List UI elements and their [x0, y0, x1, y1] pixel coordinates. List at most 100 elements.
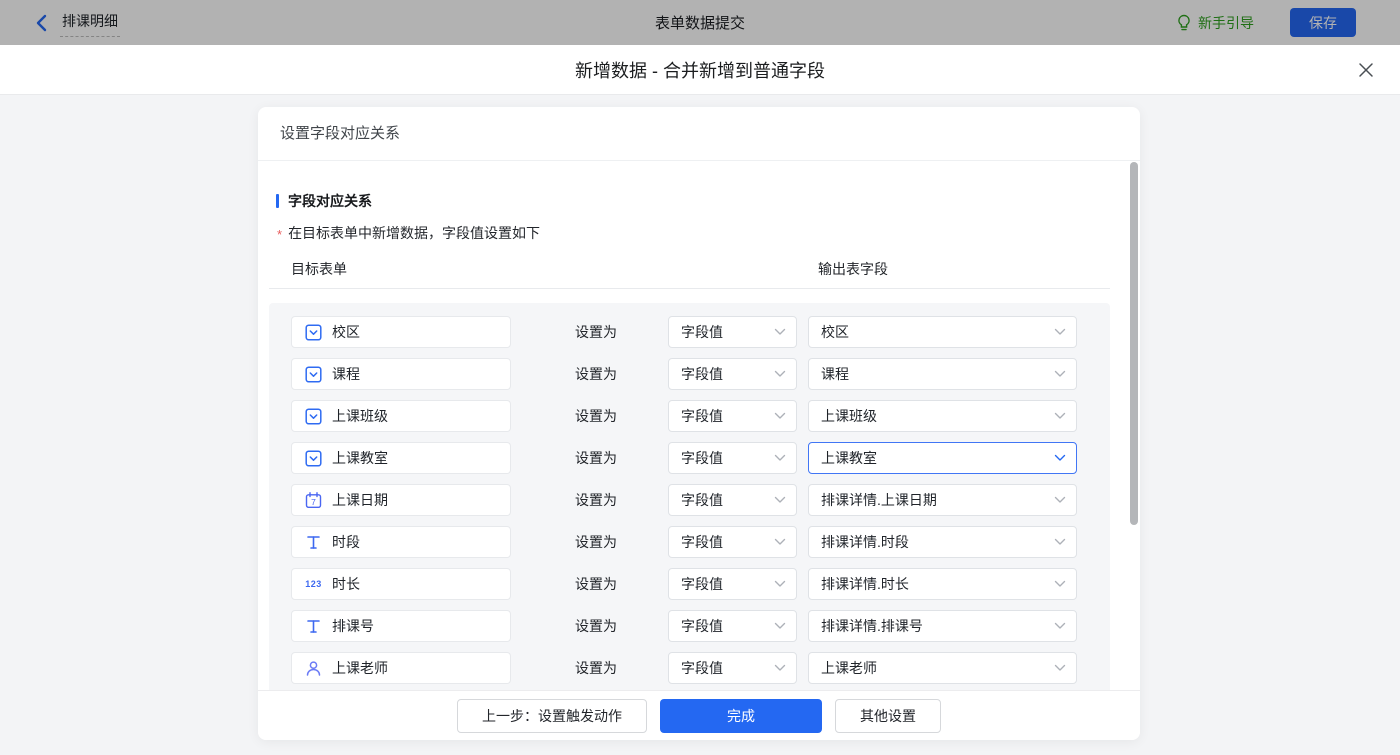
- output-field-select[interactable]: 排课详情.排课号: [808, 610, 1077, 642]
- target-field-box: 校区: [291, 316, 511, 348]
- card-footer: 上一步：设置触发动作 完成 其他设置: [258, 690, 1140, 740]
- value-type-select[interactable]: 字段值: [668, 358, 797, 390]
- mapping-rows-panel: 校区 设置为 字段值 校区 课程 设置为 字段值 课程: [269, 303, 1110, 690]
- chevron-down-icon: [1054, 622, 1066, 630]
- save-button[interactable]: 保存: [1290, 8, 1356, 37]
- column-header-target-form: 目标表单: [291, 259, 347, 279]
- other-settings-button[interactable]: 其他设置: [835, 699, 941, 733]
- chevron-down-icon: [1054, 496, 1066, 504]
- section-accent-bar: [276, 194, 279, 208]
- value-type-selected: 字段值: [681, 406, 723, 426]
- chevron-down-icon: [1054, 412, 1066, 420]
- target-field-label: 上课老师: [332, 658, 388, 678]
- mapping-row: 时段 设置为 字段值 排课详情.时段: [291, 526, 1110, 558]
- value-type-select[interactable]: 字段值: [668, 568, 797, 600]
- scrollbar-thumb[interactable]: [1130, 162, 1138, 525]
- chevron-down-icon: [774, 664, 786, 672]
- target-field-box: 上课班级: [291, 400, 511, 432]
- text-field-icon: [306, 535, 321, 550]
- target-field-box: 排课号: [291, 610, 511, 642]
- previous-step-button[interactable]: 上一步：设置触发动作: [457, 699, 647, 733]
- output-field-select[interactable]: 上课班级: [808, 400, 1077, 432]
- output-field-select[interactable]: 课程: [808, 358, 1077, 390]
- mapping-row: 课程 设置为 字段值 课程: [291, 358, 1110, 390]
- chevron-down-icon: [1054, 328, 1066, 336]
- beginner-guide-link[interactable]: 新手引导: [1176, 13, 1254, 33]
- target-field-label: 时长: [332, 574, 360, 594]
- target-field-box: 上课老师: [291, 652, 511, 684]
- value-type-select[interactable]: 字段值: [668, 316, 797, 348]
- chevron-down-icon: [774, 538, 786, 546]
- person-field-icon: [305, 660, 322, 677]
- select-field-icon: [305, 366, 322, 383]
- target-field-label: 课程: [332, 364, 360, 384]
- card-title: 设置字段对应关系: [258, 107, 1140, 161]
- select-field-icon: [305, 324, 322, 341]
- output-field-selected: 校区: [821, 322, 849, 342]
- target-field-label: 排课号: [332, 616, 374, 636]
- mapping-row: 校区 设置为 字段值 校区: [291, 316, 1110, 348]
- set-as-label: 设置为: [575, 532, 617, 552]
- column-header-output-fields: 输出表字段: [818, 259, 888, 279]
- mapping-row: 123 时长 设置为 字段值 排课详情.时长: [291, 568, 1110, 600]
- app-topbar: 排课明细 表单数据提交 新手引导 保存: [0, 0, 1400, 45]
- output-field-select[interactable]: 上课教室: [808, 442, 1077, 474]
- mapping-row: 上课班级 设置为 字段值 上课班级: [291, 400, 1110, 432]
- card-body: 字段对应关系 在目标表单中新增数据，字段值设置如下 目标表单 输出表字段 校区 …: [258, 161, 1140, 690]
- target-field-box: 上课教室: [291, 442, 511, 474]
- target-field-label: 上课教室: [332, 448, 388, 468]
- target-field-label: 时段: [332, 532, 360, 552]
- svg-text:7: 7: [311, 497, 316, 507]
- value-type-selected: 字段值: [681, 616, 723, 636]
- dialog-body: 设置字段对应关系 字段对应关系 在目标表单中新增数据，字段值设置如下 目标表单 …: [0, 95, 1400, 754]
- value-type-select[interactable]: 字段值: [668, 442, 797, 474]
- section-title: 字段对应关系: [276, 191, 1140, 211]
- set-as-label: 设置为: [575, 490, 617, 510]
- output-field-selected: 上课老师: [821, 658, 877, 678]
- output-field-select[interactable]: 排课详情.时段: [808, 526, 1077, 558]
- dialog-header: 新增数据 - 合并新增到普通字段: [0, 45, 1400, 95]
- target-field-box: 课程: [291, 358, 511, 390]
- chevron-down-icon: [1054, 454, 1066, 462]
- select-field-icon: [305, 408, 322, 425]
- output-field-select[interactable]: 排课详情.上课日期: [808, 484, 1077, 516]
- value-type-select[interactable]: 字段值: [668, 652, 797, 684]
- text-field-icon: [306, 619, 321, 634]
- close-icon[interactable]: [1358, 62, 1374, 78]
- value-type-select[interactable]: 字段值: [668, 484, 797, 516]
- target-field-label: 上课班级: [332, 406, 388, 426]
- chevron-down-icon: [1054, 580, 1066, 588]
- output-field-select[interactable]: 排课详情.时长: [808, 568, 1077, 600]
- value-type-select[interactable]: 字段值: [668, 610, 797, 642]
- number-field-icon: 123: [305, 579, 322, 589]
- output-field-selected: 上课教室: [821, 448, 877, 468]
- output-field-select[interactable]: 上课老师: [808, 652, 1077, 684]
- value-type-selected: 字段值: [681, 490, 723, 510]
- section-title-text: 字段对应关系: [288, 191, 372, 211]
- guide-label: 新手引导: [1198, 13, 1254, 33]
- output-field-selected: 排课详情.时段: [821, 532, 909, 552]
- chevron-down-icon: [774, 622, 786, 630]
- finish-button[interactable]: 完成: [660, 699, 822, 733]
- chevron-down-icon: [1054, 538, 1066, 546]
- mapping-row: 上课教室 设置为 字段值 上课教室: [291, 442, 1110, 474]
- output-field-select[interactable]: 校区: [808, 316, 1077, 348]
- value-type-selected: 字段值: [681, 448, 723, 468]
- mapping-row: 排课号 设置为 字段值 排课详情.排课号: [291, 610, 1110, 642]
- set-as-label: 设置为: [575, 406, 617, 426]
- select-field-icon: [305, 450, 322, 467]
- chevron-down-icon: [774, 454, 786, 462]
- output-field-selected: 上课班级: [821, 406, 877, 426]
- value-type-select[interactable]: 字段值: [668, 526, 797, 558]
- output-field-selected: 排课详情.排课号: [821, 616, 923, 636]
- set-as-label: 设置为: [575, 574, 617, 594]
- value-type-selected: 字段值: [681, 658, 723, 678]
- value-type-select[interactable]: 字段值: [668, 400, 797, 432]
- output-field-selected: 排课详情.时长: [821, 574, 909, 594]
- target-field-box: 7 上课日期: [291, 484, 511, 516]
- dialog-title: 新增数据 - 合并新增到普通字段: [575, 57, 825, 83]
- chevron-down-icon: [774, 496, 786, 504]
- chevron-down-icon: [774, 370, 786, 378]
- field-mapping-card: 设置字段对应关系 字段对应关系 在目标表单中新增数据，字段值设置如下 目标表单 …: [258, 107, 1140, 740]
- output-field-selected: 课程: [821, 364, 849, 384]
